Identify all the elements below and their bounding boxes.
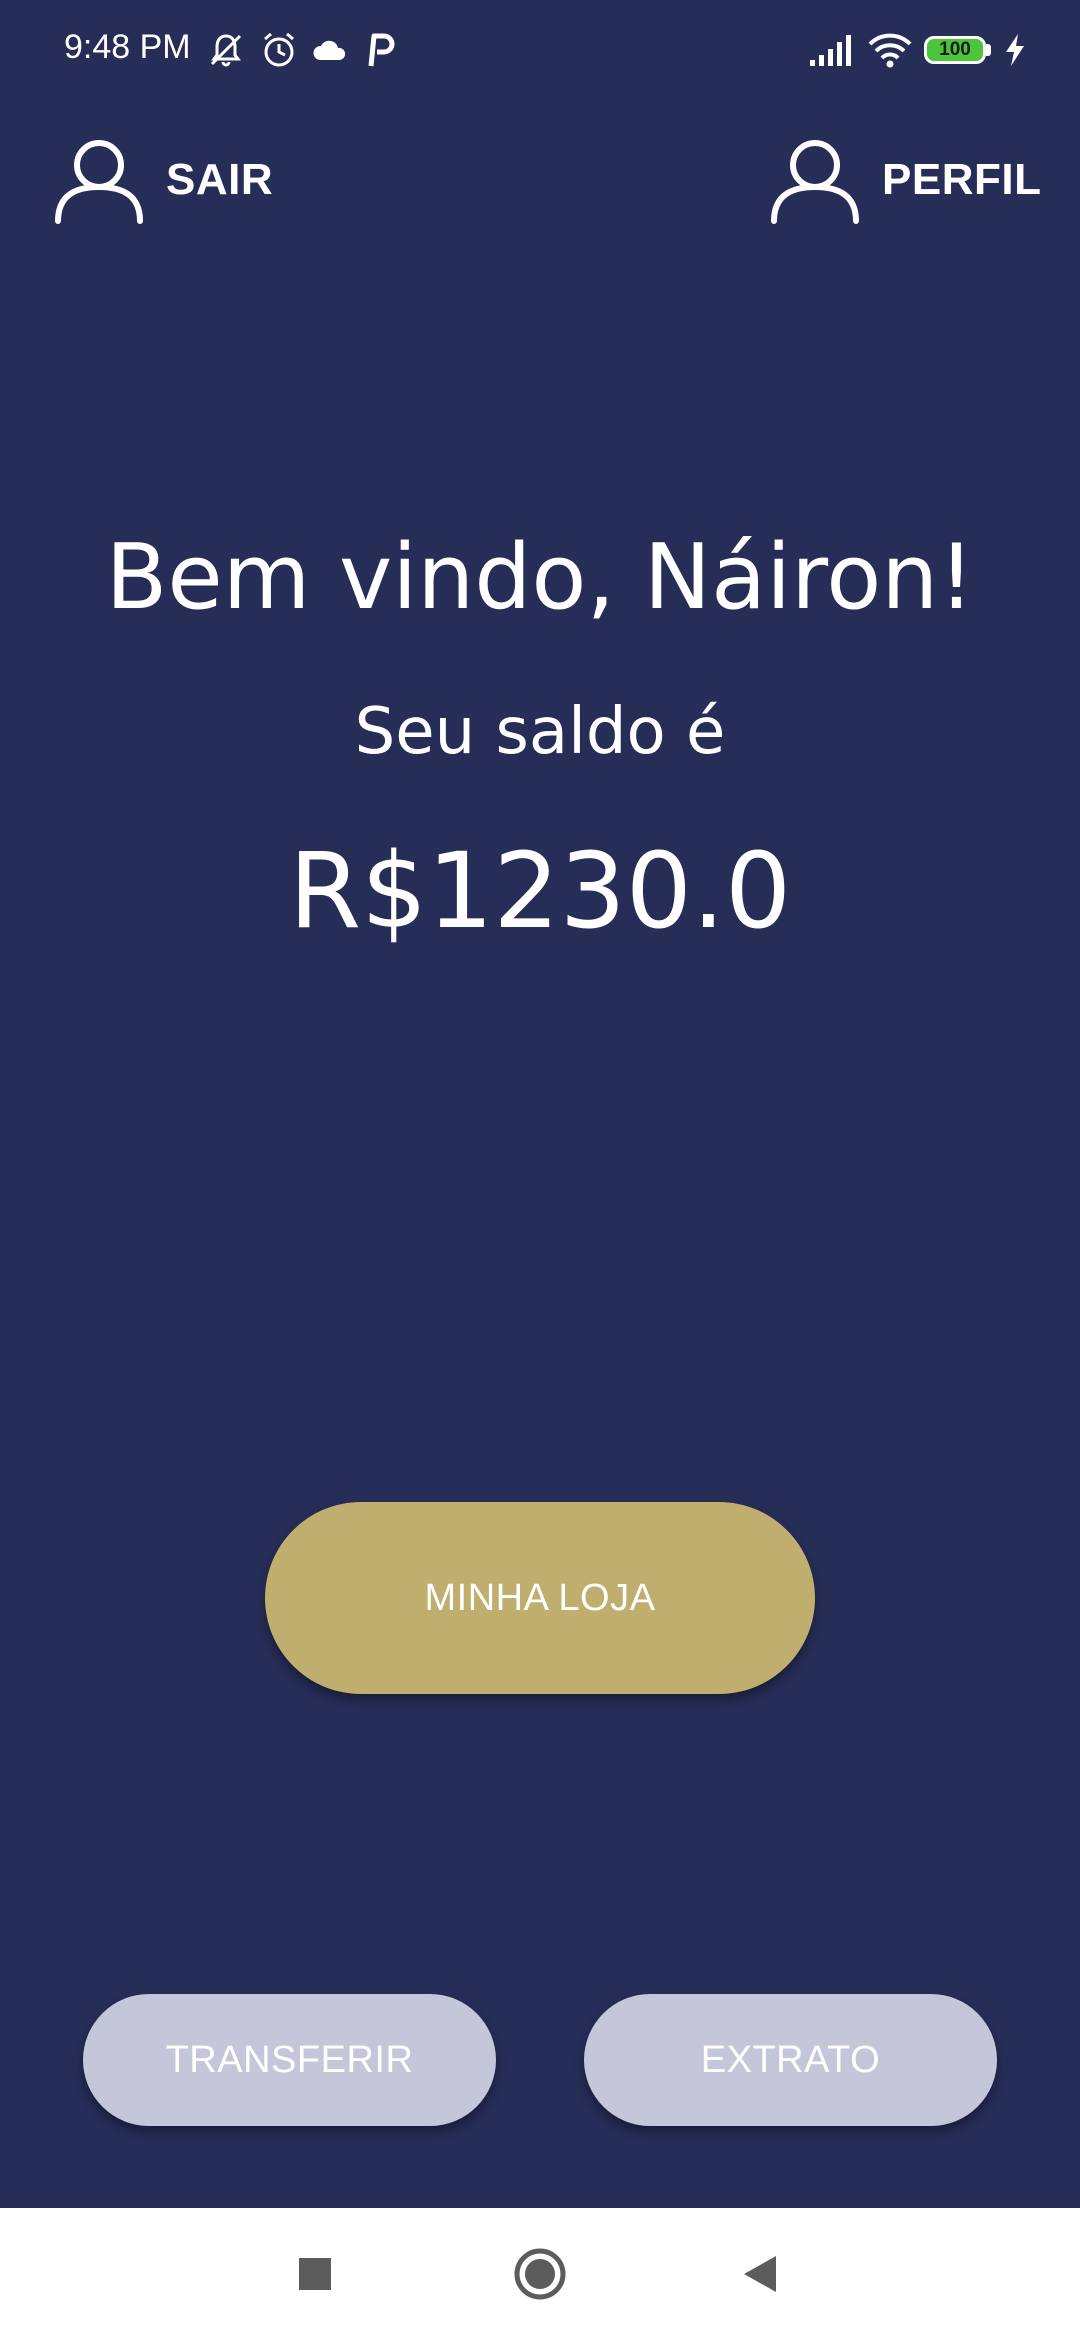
balance-label: Seu saldo é [354,695,726,769]
signal-icon [810,35,851,66]
my-store-button[interactable]: MINHA LOJA [265,1502,815,1694]
user-icon [771,140,859,224]
square-icon [299,2258,331,2290]
battery-icon: 100 [924,36,992,64]
logout-label: SAIR [166,155,274,204]
circle-icon [514,2248,566,2300]
mute-bell-icon [210,34,242,67]
cloud-icon [313,40,346,60]
charging-icon [1006,34,1024,66]
logout-button[interactable]: SAIR [52,130,273,230]
app-screen: 9:48 PM 100 SAIR PERFIL Bem vindo, Náiro… [0,0,1080,2340]
alarm-icon [264,32,294,67]
p-icon [368,33,395,67]
profile-label: PERFIL [882,155,1042,204]
profile-button[interactable]: PERFIL [768,130,1041,230]
welcome-message: Bem vindo, Náiron! [105,525,975,630]
recents-button[interactable] [255,2208,375,2340]
user-icon [55,140,143,224]
home-button[interactable] [480,2208,600,2340]
back-button[interactable] [700,2208,820,2340]
transfer-button[interactable]: TRANSFERIR [83,1994,496,2126]
back-triangle-icon [744,2256,776,2292]
statement-button[interactable]: EXTRATO [584,1994,997,2126]
status-bar: 9:48 PM 100 [0,0,1080,100]
wifi-icon [868,33,912,68]
system-nav-bar [0,2208,1080,2340]
battery-level: 100 [939,39,971,60]
balance-value: R$1230.0 [288,830,792,952]
status-time: 9:48 PM [64,28,191,66]
